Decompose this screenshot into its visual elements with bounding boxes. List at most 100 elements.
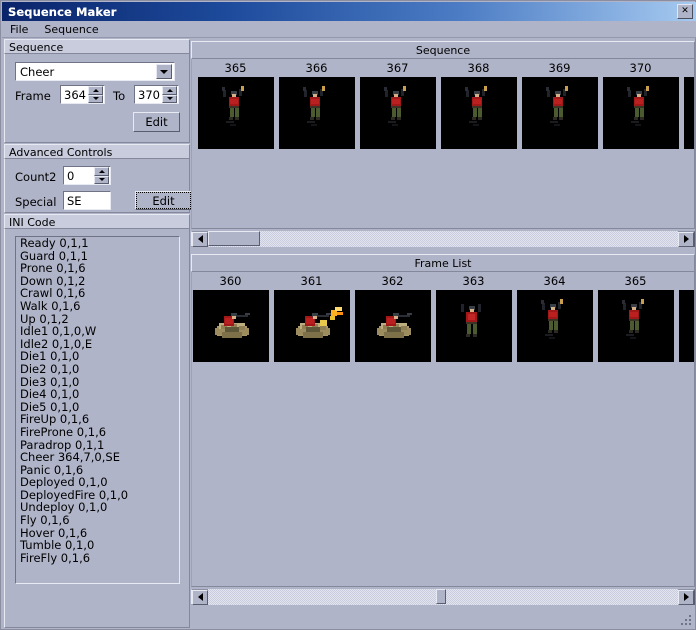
sequence-hscrollbar-thumb[interactable] — [208, 231, 260, 246]
sequence-hscrollbar-track[interactable] — [208, 231, 678, 247]
frame-thumbnail[interactable] — [273, 290, 350, 362]
sprite-pixel — [310, 99, 319, 104]
frame-cell[interactable]: 363 — [433, 272, 514, 362]
frame-thumbnail[interactable] — [359, 77, 436, 149]
sprite-pixel — [546, 90, 550, 97]
count2-stepper[interactable]: 0 — [63, 166, 111, 185]
frame-cell[interactable]: 370 — [600, 59, 681, 149]
frame-cell[interactable]: 361 — [271, 272, 352, 362]
frame-cell[interactable]: 360 — [192, 272, 271, 362]
special-value: SE — [67, 193, 82, 208]
frame-thumbnail[interactable] — [602, 77, 679, 149]
frame-thumbnail[interactable] — [683, 77, 694, 149]
frame-number: 363 — [462, 274, 485, 288]
frame-to-stepper[interactable]: 370 — [134, 85, 179, 104]
close-icon[interactable]: ✕ — [677, 4, 693, 19]
frame-cell-partial[interactable] — [681, 59, 694, 149]
ini-code-line[interactable]: Deployed 0,1,0 — [16, 476, 179, 489]
count2-spin-buttons[interactable] — [94, 167, 109, 184]
frame-number: 361 — [300, 274, 323, 288]
frame-cell[interactable]: 366 — [276, 59, 357, 149]
sequence-hscrollbar[interactable] — [191, 231, 695, 247]
left-panel: Sequence Cheer Frame 364 To 370 Edit Adv… — [4, 39, 192, 628]
sprite-pixel — [303, 90, 307, 97]
spinner-down-icon[interactable] — [88, 94, 103, 103]
frame-thumbnail[interactable] — [197, 77, 274, 149]
frame-cell[interactable]: 368 — [438, 59, 519, 149]
chevron-down-icon[interactable] — [156, 64, 172, 79]
frame-cell[interactable]: 362 — [352, 272, 433, 362]
frame-thumbnail[interactable] — [278, 77, 355, 149]
ini-code-line[interactable]: Die4 0,1,0 — [16, 388, 179, 401]
ini-code-list[interactable]: Ready 0,1,1 Guard 0,1,1 Prone 0,1,6 Down 0,… — [15, 236, 180, 584]
frame-number: 364 — [543, 274, 566, 288]
frame-from-stepper[interactable]: 364 — [60, 85, 105, 104]
frame-cell[interactable]: 364 — [514, 272, 595, 362]
frame-cell[interactable]: 365 — [195, 59, 276, 149]
frame-thumbnail[interactable] — [597, 290, 674, 362]
sprite-pixel — [477, 108, 482, 117]
ini-code-line[interactable]: Idle1 0,1,0,W — [16, 325, 179, 338]
menu-bar: File Sequence — [2, 21, 696, 38]
frame-thumbnail[interactable] — [678, 290, 694, 362]
sprite-pixel — [244, 313, 250, 315]
spinner-up-icon[interactable] — [162, 86, 177, 95]
frame-list-hscrollbar[interactable] — [191, 589, 695, 605]
frame-from-value: 364 — [64, 87, 86, 102]
spinner-up-icon[interactable] — [88, 86, 103, 95]
spinner-up-icon[interactable] — [94, 167, 109, 176]
frame-thumbnail[interactable] — [516, 290, 593, 362]
frame-to-spin-buttons[interactable] — [162, 86, 177, 103]
frame-thumbnail[interactable] — [354, 290, 431, 362]
sequence-select[interactable]: Cheer — [15, 62, 175, 81]
special-input[interactable]: SE — [63, 191, 111, 210]
frame-thumbnail[interactable] — [440, 77, 517, 149]
frame-thumbnail[interactable] — [192, 290, 269, 362]
sequence-edit-button-label: Edit — [145, 115, 168, 129]
frame-thumbnail[interactable] — [435, 290, 512, 362]
frame-list-hscrollbar-thumb[interactable] — [436, 589, 446, 604]
menu-item-file[interactable]: File — [2, 22, 36, 37]
spinner-down-icon[interactable] — [94, 175, 109, 184]
ini-code-line[interactable]: Cheer 364,7,0,SE — [16, 451, 179, 464]
ini-code-line[interactable]: Tumble 0,1,0 — [16, 539, 179, 552]
sprite-pixel — [467, 314, 475, 320]
frame-to-value: 370 — [138, 87, 160, 102]
frame-cell[interactable]: 365 — [595, 272, 676, 362]
sprite-pixel — [549, 121, 558, 123]
frame-cell-partial[interactable] — [676, 272, 694, 362]
resize-grip[interactable] — [679, 613, 693, 627]
sprite-pixel — [465, 90, 469, 97]
sprite-pixel — [222, 90, 226, 97]
sequence-frame-strip: 365 366 367 368 369 370 — [195, 59, 694, 149]
sprite-pixel — [400, 326, 407, 330]
sprite-pixel — [627, 90, 631, 97]
frame-thumbnail[interactable] — [521, 77, 598, 149]
ini-code-line[interactable]: Die2 0,1,0 — [16, 363, 179, 376]
arrow-right-icon[interactable] — [678, 231, 694, 247]
frame-cell[interactable]: 369 — [519, 59, 600, 149]
frame-from-spin-buttons[interactable] — [88, 86, 103, 103]
sprite-pixel — [468, 121, 477, 123]
arrow-right-icon[interactable] — [678, 589, 694, 605]
arrow-left-icon[interactable] — [192, 231, 208, 247]
sprite-pixel — [629, 321, 634, 330]
ini-code-line[interactable]: Walk 0,1,6 — [16, 300, 179, 313]
menu-item-sequence[interactable]: Sequence — [36, 22, 106, 37]
count2-value: 0 — [67, 168, 75, 183]
sequence-edit-button[interactable]: Edit — [133, 112, 180, 132]
ini-code-line[interactable]: Fly 0,1,6 — [16, 514, 179, 527]
frame-cell[interactable]: 367 — [357, 59, 438, 149]
sprite-pixel — [240, 86, 244, 91]
ini-code-line[interactable]: FireProne 0,1,6 — [16, 426, 179, 439]
frame-list-hscrollbar-track[interactable] — [208, 589, 678, 605]
spinner-down-icon[interactable] — [162, 94, 177, 103]
arrow-left-icon[interactable] — [192, 589, 208, 605]
count2-label: Count2 — [15, 170, 57, 184]
ini-code-line[interactable]: Prone 0,1,6 — [16, 262, 179, 275]
ini-code-line[interactable]: Ready 0,1,1 — [16, 237, 179, 250]
advanced-edit-button[interactable]: Edit — [135, 191, 192, 210]
sprite-pixel — [466, 324, 471, 334]
sprite-pixel — [221, 332, 242, 338]
ini-code-line[interactable]: FireFly 0,1,6 — [16, 552, 179, 565]
